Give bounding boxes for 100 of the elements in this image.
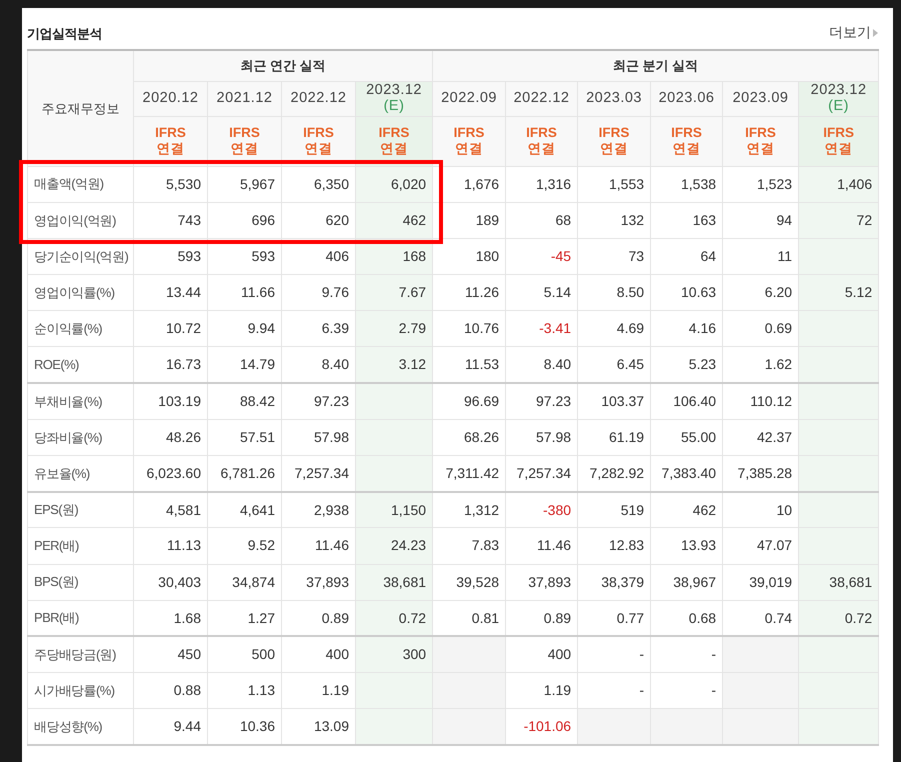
arrow-icon xyxy=(873,28,878,36)
table-cell: 300 xyxy=(402,646,426,662)
column-header: 2022.12 xyxy=(290,90,348,106)
row-label: 주당배당금(원) xyxy=(34,647,116,662)
table-cell: 38,967 xyxy=(673,574,716,590)
table-cell: 6,020 xyxy=(391,176,426,192)
table-cell: 168 xyxy=(402,248,426,264)
table-cell: 11.66 xyxy=(241,284,275,300)
basis-label: IFRS xyxy=(452,125,486,141)
table-cell: 8.50 xyxy=(616,284,644,300)
table-cell: 406 xyxy=(326,248,349,264)
row-label: 유보율(%) xyxy=(34,466,90,481)
table-cell: 34,874 xyxy=(232,574,275,590)
table-cell: 1,553 xyxy=(609,176,644,192)
table-cell: 10.36 xyxy=(240,718,275,734)
table-cell: 132 xyxy=(620,212,644,228)
scope-label: 연결 xyxy=(454,141,484,157)
table-cell: 9.44 xyxy=(174,718,201,734)
table-cell: 189 xyxy=(476,212,500,228)
table-cell: 55.00 xyxy=(681,428,716,445)
table-cell: 4,641 xyxy=(240,502,275,518)
table-cell: 7.83 xyxy=(472,537,500,554)
estimate-note: (E) xyxy=(382,98,406,114)
row-label: 영업이익률(%) xyxy=(34,284,114,300)
table-cell: 38,681 xyxy=(829,574,872,590)
table-cell: 6,350 xyxy=(314,176,349,192)
table-cell: 5.23 xyxy=(688,356,716,372)
table-cell: 5.12 xyxy=(844,284,872,300)
table-cell: 5,530 xyxy=(166,176,201,192)
table-cell: 5,967 xyxy=(240,176,275,192)
row-label: 순이익률(%) xyxy=(34,321,102,336)
row-label: 당기순이익(억원) xyxy=(34,248,128,264)
table-cell: 1.27 xyxy=(248,610,275,626)
more-link[interactable]: 더보기 xyxy=(829,22,878,43)
row-label: ROE(%) xyxy=(34,357,79,372)
row-label: 매출액(억원) xyxy=(34,176,104,192)
table-cell: 11.53 xyxy=(465,356,500,372)
table-cell: 6.45 xyxy=(616,356,644,372)
table-cell: 30,403 xyxy=(158,574,201,590)
table-cell: 110.12 xyxy=(750,392,792,409)
table-cell: 6,781.26 xyxy=(220,464,275,481)
table-cell: 0.89 xyxy=(544,610,572,626)
table-cell: 6.20 xyxy=(764,284,792,300)
row-label: BPS(원) xyxy=(34,574,78,590)
table-cell: 13.93 xyxy=(681,537,716,554)
table-cell: 743 xyxy=(178,212,201,228)
table-cell: 88.42 xyxy=(240,392,275,409)
scope-label: 연결 xyxy=(526,141,557,157)
basis-label: IFRS xyxy=(525,125,558,141)
table-cell: 0.74 xyxy=(764,610,792,626)
table-cell: 4.69 xyxy=(616,320,644,336)
table-cell: 4,581 xyxy=(166,502,201,518)
table-cell: - xyxy=(639,646,644,662)
table-cell: 72 xyxy=(856,212,872,228)
table-cell: 10.72 xyxy=(166,320,201,336)
table-cell: 13.09 xyxy=(314,718,349,734)
scope-label: 연결 xyxy=(599,141,630,157)
table-cell: 38,379 xyxy=(601,574,644,590)
table-cell: 7,383.40 xyxy=(662,464,716,481)
table-cell: 103.37 xyxy=(601,392,644,409)
table-cell: 1,316 xyxy=(536,176,572,192)
table-cell: 57.98 xyxy=(536,428,572,445)
table-cell: 0.89 xyxy=(322,610,349,626)
column-header: 2022.09 xyxy=(440,90,498,106)
table-cell: 3.12 xyxy=(398,356,426,372)
table-cell: 57.51 xyxy=(240,428,275,445)
table-cell: 0.72 xyxy=(844,610,872,626)
basis-label: IFRS xyxy=(670,125,703,141)
scope-label: 연결 xyxy=(672,141,702,157)
table-cell: 500 xyxy=(252,646,275,662)
scope-label: 연결 xyxy=(824,141,854,157)
row-label: 시가배당률(%) xyxy=(34,682,114,698)
basis-label: IFRS xyxy=(822,125,855,141)
table-cell: - xyxy=(639,682,644,698)
table-cell: 68.26 xyxy=(464,428,500,445)
table-cell: - xyxy=(711,646,716,662)
basis-label: IFRS xyxy=(302,125,335,141)
table-cell: 1,676 xyxy=(464,176,500,192)
table-cell: 42.37 xyxy=(757,428,792,445)
column-header: 주요재무정보 xyxy=(28,50,134,166)
table-cell: 64 xyxy=(700,248,716,264)
column-header: 2023.03 xyxy=(585,90,643,106)
table-cell: 37,893 xyxy=(528,574,572,590)
table-cell: 39,528 xyxy=(456,574,500,590)
table-cell: 39,019 xyxy=(749,574,792,590)
table-cell: 24.23 xyxy=(391,537,426,554)
table-cell: 6,023.60 xyxy=(146,464,201,481)
table-cell: 1,406 xyxy=(837,176,872,192)
basis-label: IFRS xyxy=(744,125,777,141)
table-cell: 97.23 xyxy=(314,392,349,409)
section-title: 기업실적분석 xyxy=(27,24,102,42)
table-cell: 7.67 xyxy=(398,284,426,300)
table-cell: 1,312 xyxy=(464,502,500,518)
table-cell: 0.72 xyxy=(398,610,426,626)
table-cell: 11 xyxy=(778,248,792,264)
table-cell: 0.81 xyxy=(472,610,500,626)
table-cell: 1,150 xyxy=(391,502,426,518)
table-cell: 7,385.28 xyxy=(738,464,792,481)
table-cell: 6.39 xyxy=(322,320,349,336)
scope-label: 연결 xyxy=(304,141,334,157)
